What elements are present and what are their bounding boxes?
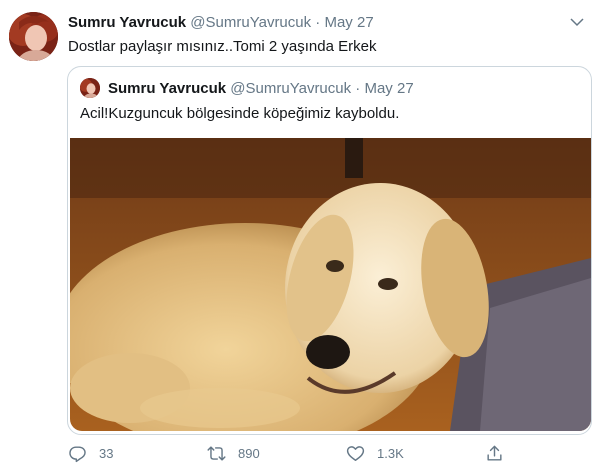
quoted-text: Acil!Kuzguncuk bölgesinde köpeğimiz kayb… bbox=[80, 105, 400, 122]
reply-count: 33 bbox=[99, 445, 114, 461]
quoted-separator: · bbox=[351, 80, 365, 97]
retweet-icon bbox=[207, 445, 226, 461]
tweet-actions: 33 890 1.3K bbox=[68, 441, 588, 465]
quoted-date: May 27 bbox=[364, 80, 414, 97]
reply-button[interactable]: 33 bbox=[68, 441, 113, 465]
avatar-photo bbox=[9, 12, 58, 61]
quoted-author-avatar bbox=[80, 78, 100, 98]
avatar-photo bbox=[80, 78, 100, 98]
tweet-card[interactable]: Sumru Yavrucuk @SumruYavrucuk · May 27 D… bbox=[0, 0, 600, 471]
meta-separator: · bbox=[311, 14, 325, 31]
author-name[interactable]: Sumru Yavrucuk bbox=[68, 14, 186, 31]
tweet-date[interactable]: May 27 bbox=[324, 14, 373, 31]
author-avatar[interactable] bbox=[9, 12, 58, 61]
quoted-tweet[interactable]: Sumru Yavrucuk @SumruYavrucuk · May 27 A… bbox=[67, 66, 592, 435]
tweet-header: Sumru Yavrucuk @SumruYavrucuk · May 27 bbox=[68, 14, 374, 31]
quoted-header: Sumru Yavrucuk @SumruYavrucuk · May 27 bbox=[108, 80, 414, 97]
like-icon bbox=[346, 445, 365, 461]
quoted-author-handle: @SumruYavrucuk bbox=[230, 80, 352, 97]
like-button[interactable]: 1.3K bbox=[346, 441, 404, 465]
retweet-button[interactable]: 890 bbox=[207, 441, 260, 465]
tweet-text: Dostlar paylaşır mısınız..Tomi 2 yaşında… bbox=[68, 38, 377, 55]
share-button[interactable] bbox=[485, 441, 504, 465]
reply-icon bbox=[69, 445, 86, 462]
retweet-count: 890 bbox=[238, 445, 260, 461]
chevron-down-icon[interactable] bbox=[568, 13, 586, 31]
quoted-author-name: Sumru Yavrucuk bbox=[108, 80, 227, 97]
dog-image bbox=[70, 138, 591, 431]
author-handle[interactable]: @SumruYavrucuk bbox=[190, 14, 311, 31]
share-icon bbox=[487, 445, 502, 461]
dog-photo[interactable] bbox=[70, 138, 591, 431]
like-count: 1.3K bbox=[377, 445, 404, 461]
